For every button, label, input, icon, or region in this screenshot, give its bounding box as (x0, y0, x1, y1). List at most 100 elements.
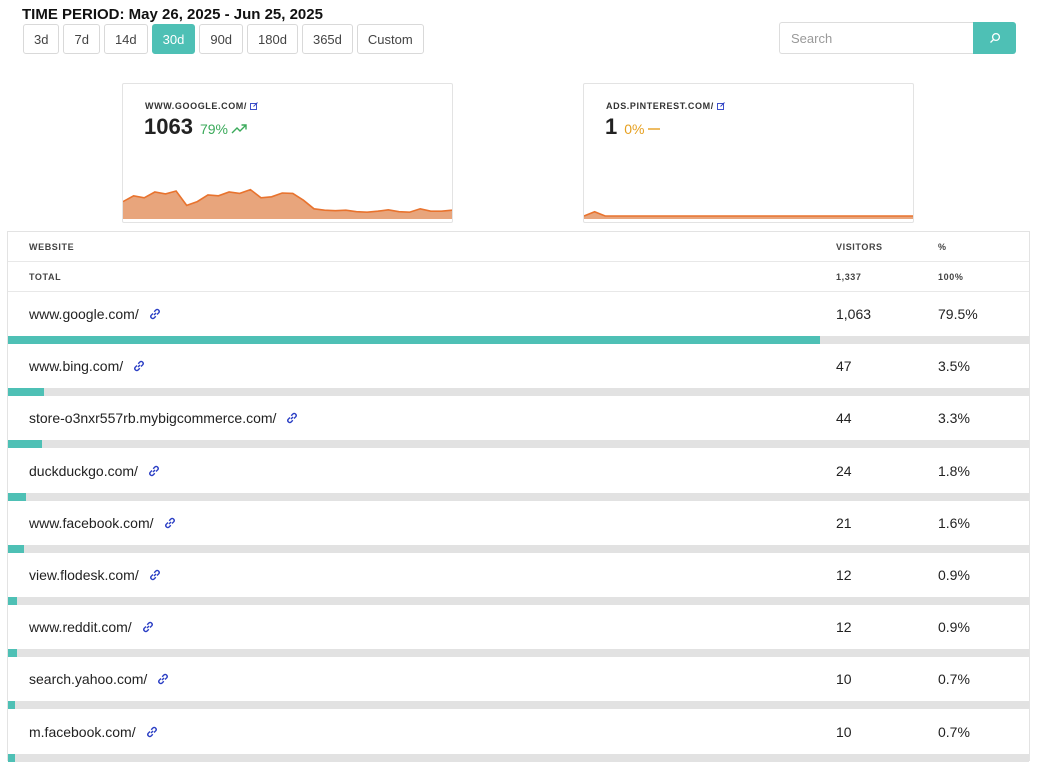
range-90d-button[interactable]: 90d (199, 24, 244, 54)
search-button[interactable] (973, 22, 1016, 54)
sparkline-line (584, 210, 913, 217)
sparkline-area (123, 189, 452, 219)
card-metric: 1 0% (605, 114, 661, 140)
card-label: WWW.GOOGLE.COM/ (145, 101, 258, 111)
link-icon[interactable] (132, 359, 146, 373)
website-name[interactable]: www.reddit.com/ (29, 619, 132, 635)
card-site-label: ADS.PINTEREST.COM/ (606, 101, 714, 111)
website-name[interactable]: www.bing.com/ (29, 358, 123, 374)
percent-cell: 1.6% (938, 514, 970, 531)
website-name[interactable]: duckduckgo.com/ (29, 463, 138, 479)
share-bar-fill (8, 649, 18, 658)
column-header-visitors[interactable]: VISITORS (836, 242, 883, 252)
visitors-cell: 21 (836, 514, 852, 531)
range-custom-button[interactable]: Custom (356, 24, 424, 54)
range-365d-button[interactable]: 365d (301, 24, 353, 54)
time-period-title: TIME PERIOD: May 26, 2025 - Jun 25, 2025 (22, 6, 323, 23)
share-bar-fill (8, 596, 18, 605)
website-cell: store-o3nxr557rb.mybigcommerce.com/ (29, 410, 299, 426)
search-icon (989, 32, 1000, 43)
external-link-icon[interactable] (250, 102, 258, 110)
table-row[interactable]: duckduckgo.com/24 1.8% (8, 449, 1029, 501)
range-30d-button[interactable]: 30d (151, 24, 196, 54)
website-name[interactable]: m.facebook.com/ (29, 724, 136, 740)
link-icon[interactable] (285, 411, 299, 425)
table-row[interactable]: m.facebook.com/10 0.7% (8, 710, 1029, 762)
total-row: TOTAL 1,337 100% (8, 262, 1029, 292)
total-visitors: 1,337 (836, 272, 862, 282)
share-bar-track (8, 388, 1029, 397)
percent-cell: 0.7% (938, 671, 970, 688)
card-change-percent: 0% (624, 121, 645, 137)
link-icon[interactable] (156, 672, 170, 686)
website-name[interactable]: store-o3nxr557rb.mybigcommerce.com/ (29, 410, 276, 426)
search-box (779, 22, 1016, 54)
share-bar-track (8, 596, 1029, 605)
link-icon[interactable] (163, 516, 177, 530)
website-cell: view.flodesk.com/ (29, 567, 162, 583)
share-bar-track (8, 701, 1029, 710)
visitors-cell: 12 (836, 619, 852, 636)
column-header-percent[interactable]: % (938, 242, 947, 252)
referrers-table: WEBSITE VISITORS % TOTAL 1,337 100% www.… (7, 231, 1030, 762)
trend-up-icon (231, 124, 247, 134)
link-icon[interactable] (141, 620, 155, 634)
referrer-card-google[interactable]: WWW.GOOGLE.COM/ 1063 79% (122, 83, 453, 223)
link-icon[interactable] (148, 568, 162, 582)
column-header-website[interactable]: WEBSITE (29, 242, 74, 252)
table-row[interactable]: www.bing.com/47 3.5% (8, 344, 1029, 397)
range-180d-button[interactable]: 180d (247, 24, 298, 54)
website-name[interactable]: www.google.com/ (29, 306, 139, 322)
share-bar-fill (8, 492, 27, 501)
range-3d-button[interactable]: 3d (23, 24, 60, 54)
external-link-icon[interactable] (716, 102, 725, 110)
table-body: www.google.com/1,063 79.5% www.bing.com/47… (8, 292, 1029, 762)
card-visitor-count: 1063 (144, 114, 193, 139)
website-cell: www.reddit.com/ (29, 619, 155, 635)
card-metric: 1063 79% (144, 114, 247, 140)
visitors-cell: 24 (836, 462, 852, 479)
time-range-selector: 3d 7d 14d 30d 90d 180d 365d Custom (23, 24, 424, 54)
percent-cell: 3.5% (938, 358, 970, 375)
table-row[interactable]: search.yahoo.com/10 0.7% (8, 657, 1029, 710)
table-row[interactable]: www.google.com/1,063 79.5% (8, 292, 1029, 344)
trend-flat-icon (648, 128, 661, 130)
referrer-card-pinterest[interactable]: ADS.PINTEREST.COM/ 1 0% (583, 83, 914, 223)
visitors-cell: 12 (836, 566, 852, 583)
visitors-cell: 47 (836, 358, 852, 375)
table-row[interactable]: store-o3nxr557rb.mybigcommerce.com/44 3.3… (8, 396, 1029, 449)
link-icon[interactable] (145, 725, 159, 739)
search-input[interactable] (779, 22, 973, 54)
card-visitor-count: 1 (605, 114, 618, 139)
website-cell: search.yahoo.com/ (29, 671, 170, 687)
website-cell: www.facebook.com/ (29, 515, 177, 531)
link-icon[interactable] (147, 464, 161, 478)
total-percent: 100% (938, 272, 964, 282)
website-name[interactable]: search.yahoo.com/ (29, 671, 147, 687)
share-bar-track (8, 492, 1029, 501)
visitors-cell: 1,063 (836, 306, 872, 322)
card-site-label: WWW.GOOGLE.COM/ (145, 101, 247, 111)
share-bar-track (8, 544, 1029, 553)
share-bar-fill (8, 753, 16, 762)
share-bar-track (8, 753, 1029, 762)
percent-cell: 0.7% (938, 723, 970, 740)
range-14d-button[interactable]: 14d (103, 24, 148, 54)
table-row[interactable]: www.reddit.com/12 0.9% (8, 605, 1029, 658)
share-bar-track (8, 440, 1029, 449)
website-cell: duckduckgo.com/ (29, 463, 161, 479)
table-row[interactable]: www.facebook.com/21 1.6% (8, 501, 1029, 553)
percent-cell: 3.3% (938, 410, 970, 427)
share-bar-track (8, 336, 1029, 344)
link-icon[interactable] (148, 307, 162, 321)
website-name[interactable]: view.flodesk.com/ (29, 567, 139, 583)
range-7d-button[interactable]: 7d (63, 24, 100, 54)
share-bar-fill (8, 544, 25, 553)
percent-cell: 79.5% (938, 306, 978, 322)
table-row[interactable]: view.flodesk.com/12 0.9% (8, 553, 1029, 605)
sparkline-chart (123, 188, 452, 219)
share-bar-fill (8, 336, 820, 344)
share-bar-track (8, 649, 1029, 658)
table-header: WEBSITE VISITORS % (8, 232, 1029, 262)
website-name[interactable]: www.facebook.com/ (29, 515, 154, 531)
